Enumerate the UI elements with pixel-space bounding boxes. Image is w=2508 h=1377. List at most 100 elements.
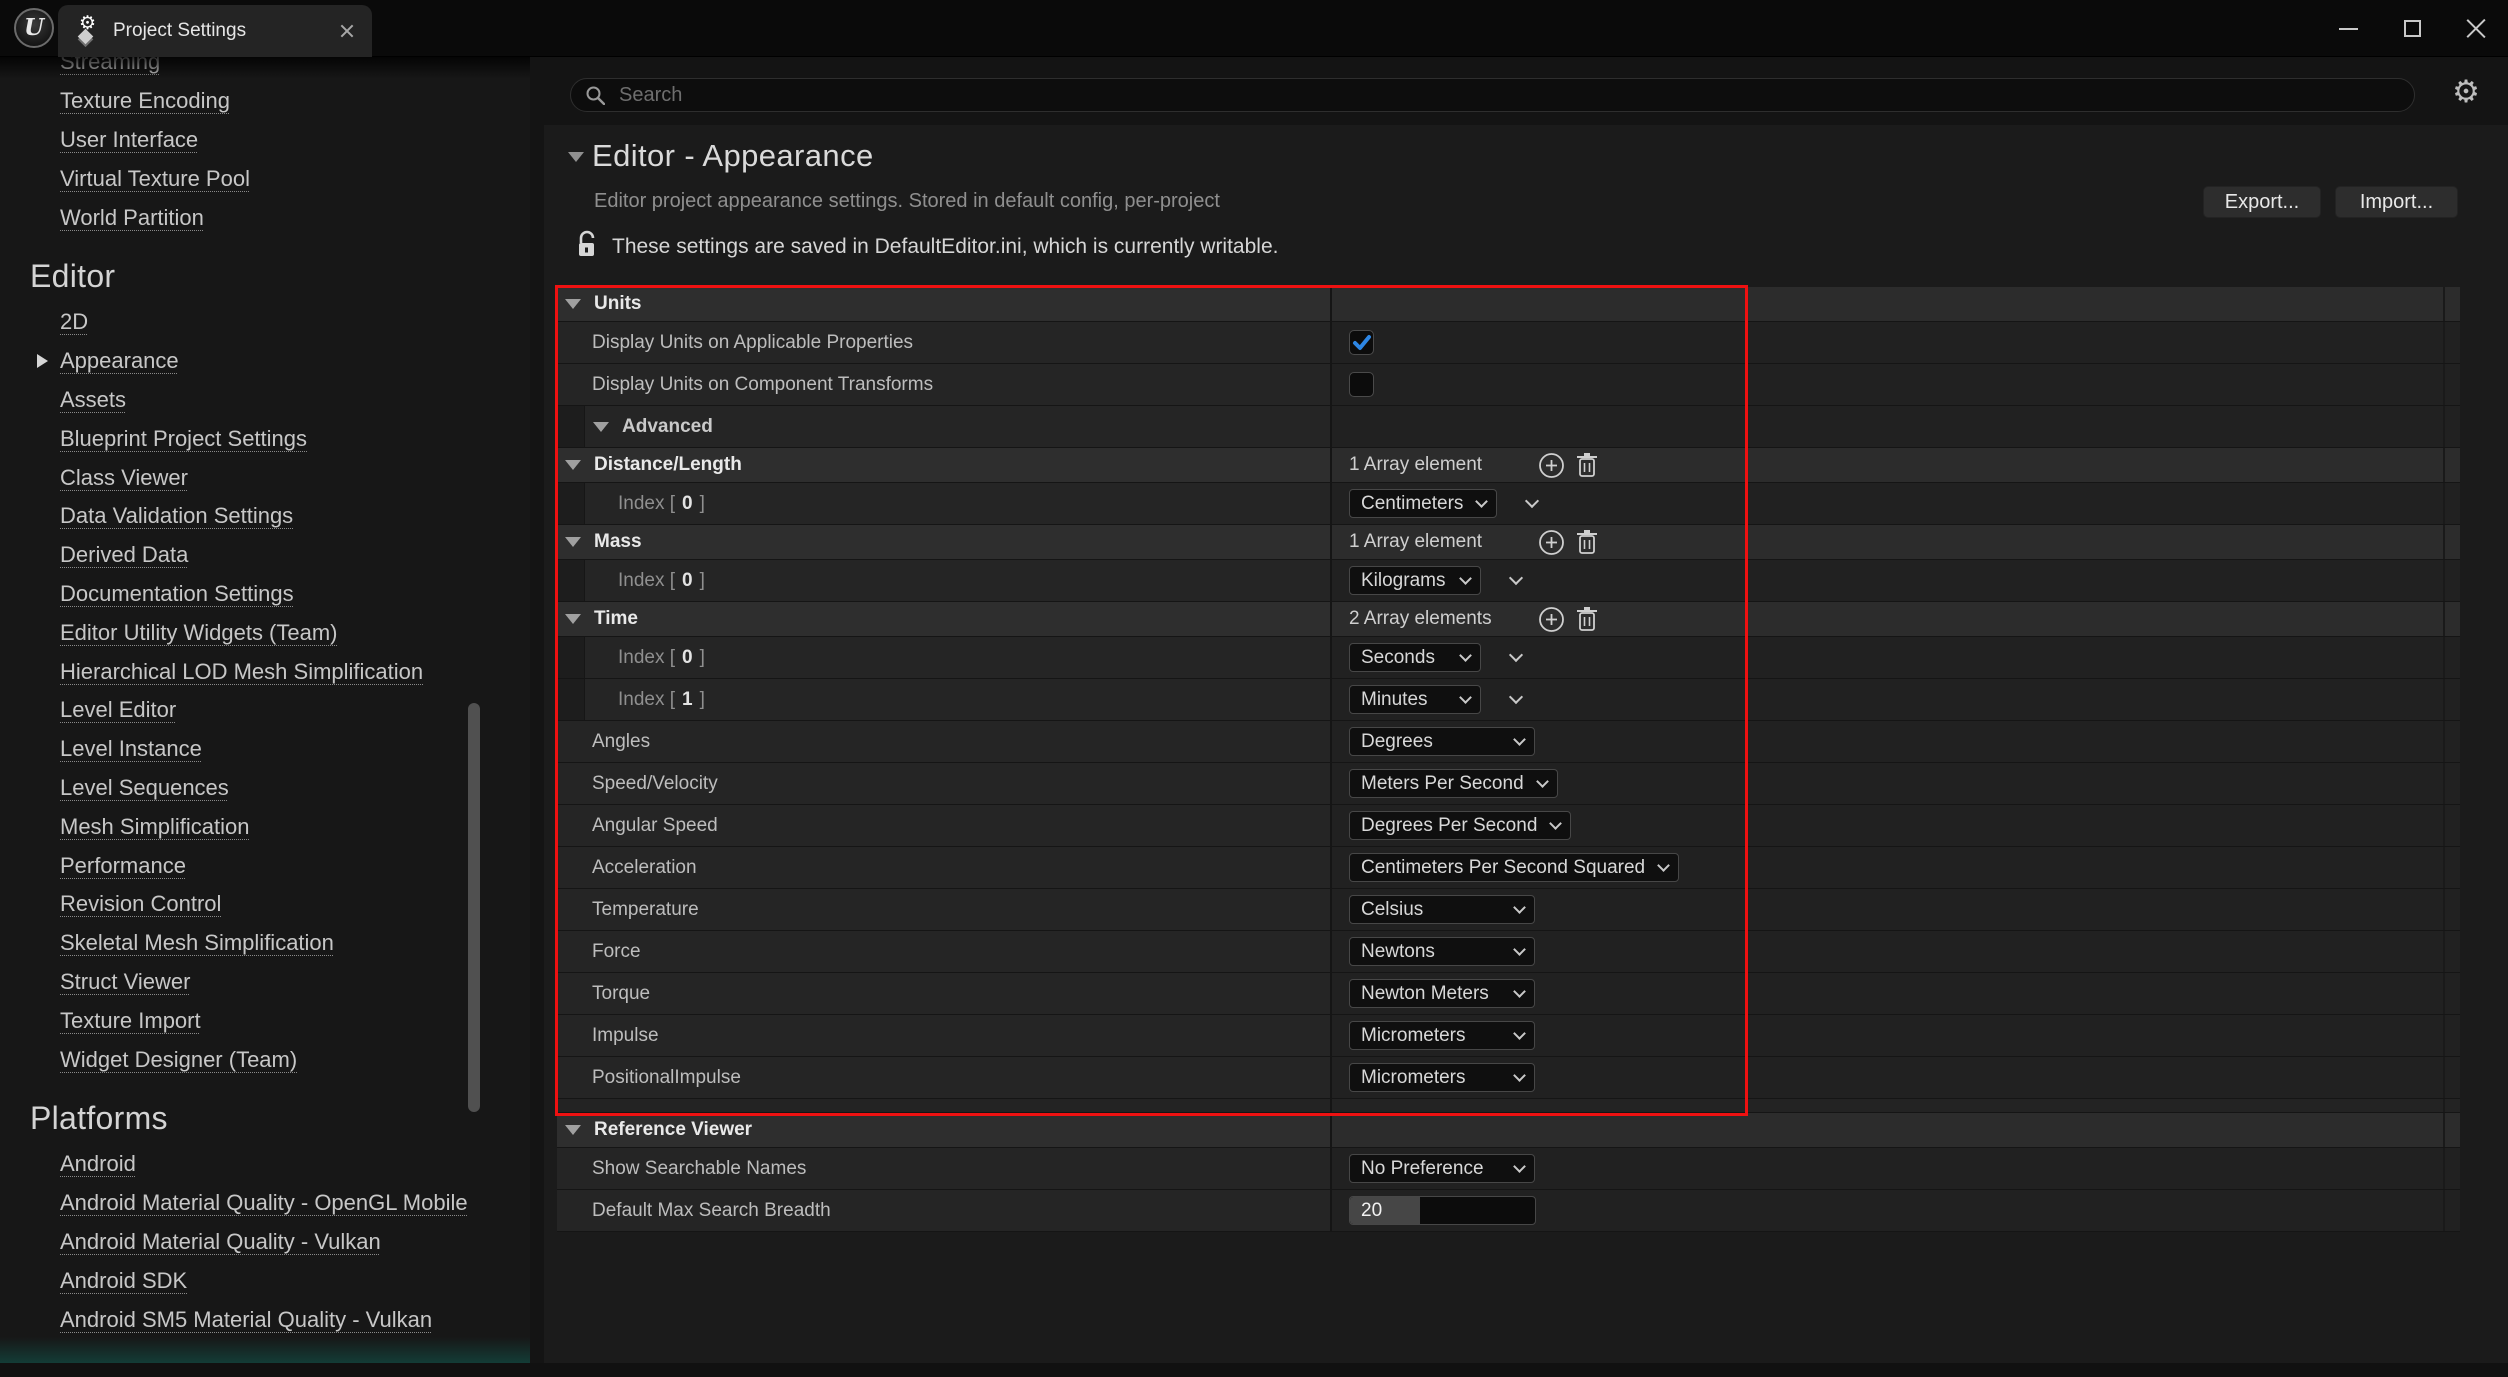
sidebar-item[interactable]: Skeletal Mesh Simplification [0,924,530,963]
property-row-torque: Torque Newton Meters [557,973,2460,1015]
minimize-icon [2339,28,2358,30]
delete-elements-icon[interactable] [1576,606,1598,632]
sidebar-item[interactable]: Android Material Quality - OpenGL Mobile [0,1184,530,1223]
sidebar-item[interactable]: World Partition [0,198,530,237]
page-subtitle: Editor project appearance settings. Stor… [594,190,1220,213]
sidebar-item[interactable]: Hierarchical LOD Mesh Simplification [0,652,530,691]
sidebar-item[interactable]: Streaming [0,57,530,82]
sidebar-platforms-list: Android Android Material Quality - OpenG… [0,1145,530,1339]
sidebar-item[interactable]: Level Editor [0,691,530,730]
checkbox-display-units-transforms[interactable] [1349,372,1374,397]
sidebar-section-platforms: Platforms [0,1079,530,1145]
sidebar-item[interactable]: Texture Encoding [0,82,530,121]
sidebar-item[interactable]: Assets [0,381,530,420]
sidebar-item[interactable]: Editor Utility Widgets (Team) [0,613,530,652]
array-index-row-time-0: Index [ 0 ] Seconds [557,637,2460,679]
sidebar-item[interactable]: Class Viewer [0,458,530,497]
add-element-icon[interactable] [1538,452,1565,479]
sidebar-scrollbar-thumb[interactable] [468,703,480,1112]
export-button[interactable]: Export... [2203,186,2321,218]
sidebar-item[interactable]: Struct Viewer [0,963,530,1002]
search-bar[interactable] [570,78,2415,112]
import-button[interactable]: Import... [2335,186,2458,218]
dropdown-torque[interactable]: Newton Meters [1349,979,1535,1008]
element-options-chevron-icon[interactable] [1509,690,1523,704]
expand-triangle-icon [565,299,581,309]
section-collapse-icon[interactable] [568,152,584,162]
checkbox-display-units-applicable[interactable] [1349,330,1374,355]
sidebar-item[interactable]: Widget Designer (Team) [0,1040,530,1079]
indent-gutter [557,637,585,678]
element-options-chevron-icon[interactable] [1509,571,1523,585]
sidebar-item[interactable]: Android SDK [0,1261,530,1300]
dropdown-mass-unit[interactable]: Kilograms [1349,566,1481,595]
category-row-reference-viewer[interactable]: Reference Viewer [557,1113,2460,1148]
delete-elements-icon[interactable] [1576,452,1598,478]
dropdown-show-searchable-names[interactable]: No Preference [1349,1154,1535,1183]
element-options-chevron-icon[interactable] [1525,494,1539,508]
property-row-angles: Angles Degrees [557,721,2460,763]
sidebar-item[interactable]: Performance [0,846,530,885]
add-element-icon[interactable] [1538,606,1565,633]
close-button[interactable] [2444,0,2508,57]
sidebar-item[interactable]: Revision Control [0,885,530,924]
sidebar-item[interactable]: Texture Import [0,1001,530,1040]
maximize-button[interactable] [2380,0,2444,57]
dropdown-time-unit-0[interactable]: Seconds [1349,643,1481,672]
indent-gutter [557,679,585,720]
sidebar-item[interactable]: Derived Data [0,536,530,575]
sidebar-item[interactable]: Blueprint Project Settings [0,419,530,458]
chevron-down-icon [1513,1027,1526,1040]
category-row-units[interactable]: Units [557,287,2460,322]
dropdown-acceleration[interactable]: Centimeters Per Second Squared [1349,853,1679,882]
sidebar-item[interactable]: Mesh Simplification [0,807,530,846]
category-row-time[interactable]: Time 2 Array elements [557,602,2460,637]
dropdown-time-unit-1[interactable]: Minutes [1349,685,1481,714]
unreal-engine-logo-icon: U [14,8,54,48]
dropdown-temperature[interactable]: Celsius [1349,895,1535,924]
settings-gear-icon[interactable]: ⚙ [2448,74,2484,110]
spacer-row [557,1099,2460,1113]
window-bottom-edge [0,1363,2508,1377]
tab-title: Project Settings [113,20,338,42]
sidebar-item[interactable]: Android SM5 Material Quality - Vulkan [0,1300,530,1339]
dropdown-distance-unit[interactable]: Centimeters [1349,489,1497,518]
sidebar-item[interactable]: Android Material Quality - Vulkan [0,1223,530,1262]
sidebar-item[interactable]: Virtual Texture Pool [0,159,530,198]
dropdown-positional-impulse[interactable]: Micrometers [1349,1063,1535,1092]
search-input[interactable] [617,83,2400,108]
dropdown-speed-velocity[interactable]: Meters Per Second [1349,769,1558,798]
expand-triangle-icon [565,460,581,470]
settings-sidebar: Streaming Texture Encoding User Interfac… [0,57,530,1377]
tab-close-icon[interactable] [338,22,356,40]
sidebar-item[interactable]: 2D [0,303,530,342]
sidebar-item[interactable]: Appearance [0,342,530,381]
sidebar-item[interactable]: Level Instance [0,730,530,769]
titlebar: U ⚙ Project Settings [0,0,2508,57]
category-row-distance-length[interactable]: Distance/Length 1 Array element [557,448,2460,483]
element-options-chevron-icon[interactable] [1509,648,1523,662]
delete-elements-icon[interactable] [1576,529,1598,555]
sidebar-item[interactable]: Data Validation Settings [0,497,530,536]
dropdown-impulse[interactable]: Micrometers [1349,1021,1535,1050]
max-search-breadth-input[interactable]: 20 [1349,1196,1536,1225]
property-row-acceleration: Acceleration Centimeters Per Second Squa… [557,847,2460,889]
dropdown-angles[interactable]: Degrees [1349,727,1535,756]
sidebar-item[interactable]: User Interface [0,121,530,160]
property-row-show-searchable-names: Show Searchable Names No Preference [557,1148,2460,1190]
property-row-default-max-search-breadth: Default Max Search Breadth 20 [557,1190,2460,1232]
sidebar-item[interactable]: Android [0,1145,530,1184]
array-index-row-time-1: Index [ 1 ] Minutes [557,679,2460,721]
category-row-mass[interactable]: Mass 1 Array element [557,525,2460,560]
subcategory-row-advanced[interactable]: Advanced [557,406,2460,448]
dropdown-force[interactable]: Newtons [1349,937,1535,966]
add-element-icon[interactable] [1538,529,1565,556]
tab-project-settings[interactable]: ⚙ Project Settings [58,5,372,57]
sidebar-item[interactable]: Documentation Settings [0,575,530,614]
sidebar-scroll-area: Streaming Texture Encoding User Interfac… [0,57,530,1339]
expand-triangle-icon [593,422,609,432]
chevron-down-icon [1459,691,1472,704]
sidebar-item[interactable]: Level Sequences [0,769,530,808]
dropdown-angular-speed[interactable]: Degrees Per Second [1349,811,1571,840]
minimize-button[interactable] [2316,0,2380,57]
